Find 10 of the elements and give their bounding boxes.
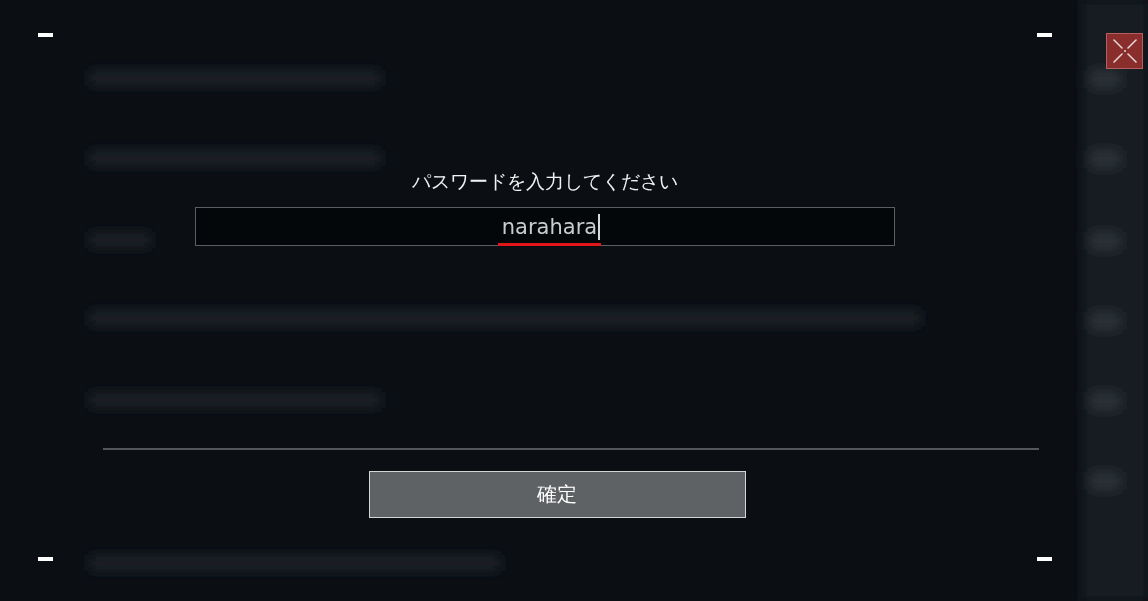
corner-mark bbox=[38, 557, 53, 561]
close-icon bbox=[1110, 37, 1139, 65]
confirm-button[interactable]: 確定 bbox=[368, 471, 746, 518]
text-cursor bbox=[598, 213, 601, 240]
corner-mark bbox=[38, 33, 53, 37]
corner-mark bbox=[1037, 557, 1052, 561]
dialog-title: パスワードを入力してください bbox=[412, 169, 678, 194]
password-field[interactable]: narahara bbox=[195, 207, 895, 246]
corner-mark bbox=[1037, 33, 1052, 37]
close-button[interactable] bbox=[1106, 33, 1143, 69]
